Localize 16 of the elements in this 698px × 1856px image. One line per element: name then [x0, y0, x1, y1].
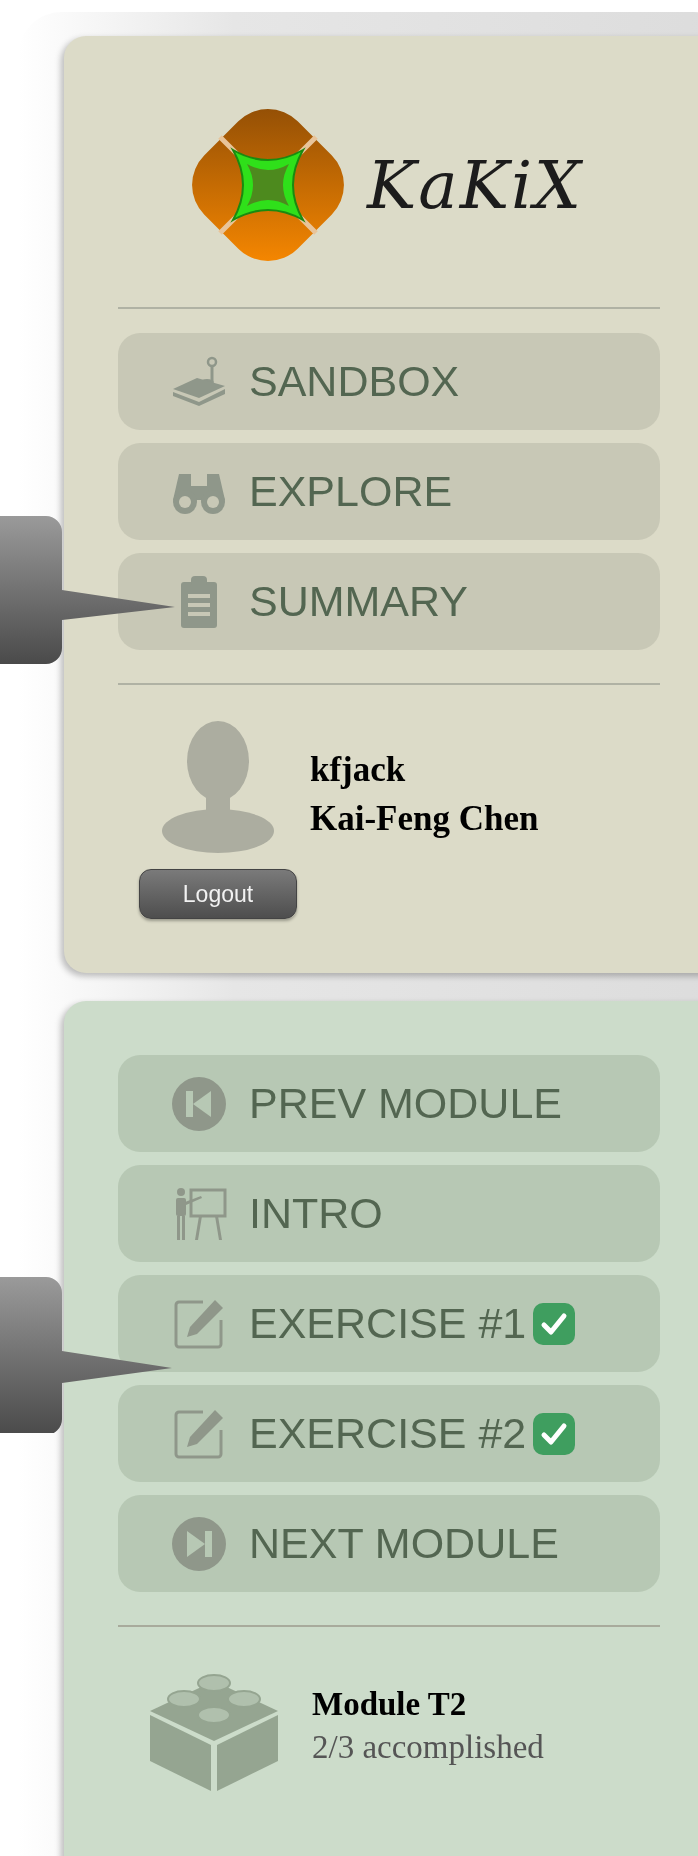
avatar-icon: [161, 719, 275, 853]
nav-button[interactable]: SANDBOX: [118, 333, 660, 430]
skip-back-icon: [171, 1075, 227, 1132]
module-title: Module T2: [312, 1685, 468, 1725]
nav-button[interactable]: EXPLORE: [118, 443, 660, 540]
username: kfjack: [310, 749, 407, 791]
logout-button[interactable]: Logout: [139, 869, 297, 919]
logo-text: KaKiX: [367, 146, 584, 224]
nav-button[interactable]: INTRO: [118, 1165, 660, 1262]
full-name: Kai-Feng Chen: [310, 798, 539, 840]
nav-button[interactable]: NEXT MODULE: [118, 1495, 660, 1592]
nav-button[interactable]: SUMMARY: [118, 553, 660, 650]
nav-button[interactable]: EXERCISE #1: [118, 1275, 660, 1372]
nav-button[interactable]: EXERCISE #2: [118, 1385, 660, 1482]
skip-forward-icon: [171, 1515, 227, 1572]
nav-button[interactable]: PREV MODULE: [118, 1055, 660, 1152]
